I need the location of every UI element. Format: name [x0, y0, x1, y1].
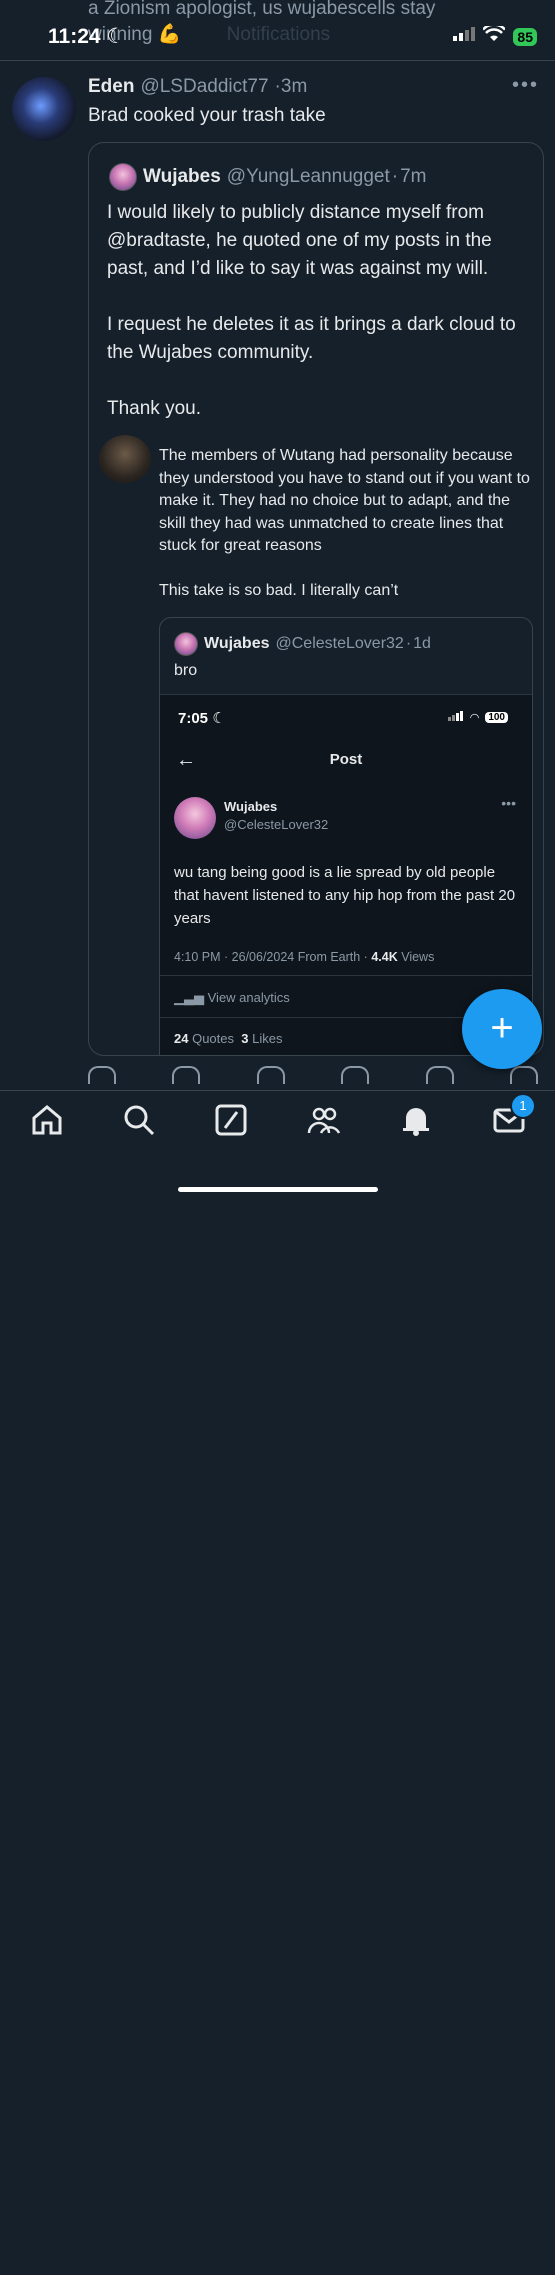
battery-indicator: 85 — [513, 27, 537, 46]
embedded-post-image: The members of Wutang had personality be… — [89, 435, 543, 1055]
nested-author-name: Wujabes — [204, 635, 270, 652]
screenshot-title: Post — [329, 751, 363, 768]
divider — [160, 975, 532, 976]
more-options-icon: ••• — [501, 795, 516, 811]
quoted-tweet-header: Wujabes @YungLeannugget · 7m — [109, 163, 427, 191]
compose-button[interactable]: + — [462, 989, 542, 1069]
messages-icon[interactable]: 1 — [492, 1093, 536, 1137]
tweet-time: 3m — [280, 76, 308, 97]
divider — [0, 60, 555, 61]
search-icon[interactable] — [122, 1103, 156, 1137]
like-icon[interactable] — [256, 1066, 285, 1084]
nested-quote-header: Wujabes @CelesteLover32 · 1d — [174, 632, 431, 656]
author-name[interactable]: Eden — [88, 76, 134, 98]
avatar — [174, 632, 198, 656]
quoted-tweet[interactable]: Wujabes @YungLeannugget · 7m I would likel… — [88, 142, 544, 1056]
quoted-author-handle: @YungLeannugget — [226, 166, 390, 187]
nested-time: 1d — [413, 635, 431, 652]
quoted-tweet-text: I would likely to publicly distance myse… — [107, 202, 516, 419]
avatar[interactable] — [12, 77, 76, 141]
wifi-icon — [482, 23, 507, 47]
moon-icon: ☾ — [212, 710, 226, 727]
avatar — [174, 797, 216, 839]
share-icon[interactable] — [509, 1066, 538, 1084]
bookmark-icon[interactable] — [425, 1066, 454, 1084]
screenshot-meta: 4:10 PM · 26/06/2024 From Earth · 4.4K V… — [174, 950, 435, 964]
screenshot-time: 7:05 ☾ — [178, 710, 226, 727]
screenshot-author-handle: @CelesteLover32 — [224, 817, 329, 832]
tweet-text: Brad cooked your trash take — [88, 105, 326, 126]
tweet-header: Eden @LSDaddict77 · 3m — [88, 76, 308, 98]
embedded-post-text: The members of Wutang had personality be… — [159, 447, 530, 599]
bottom-navigation: 1 — [0, 1090, 555, 1201]
status-icons: 85 — [453, 23, 537, 47]
background-content — [20, 2215, 540, 2275]
nested-author-handle: @CelesteLover32 — [275, 635, 404, 652]
grok-icon[interactable] — [214, 1103, 248, 1137]
more-options-icon[interactable]: ••• — [512, 74, 539, 97]
screenshot-post-text: wu tang being good is a lie spread by ol… — [174, 864, 516, 927]
signal-icon — [447, 711, 464, 724]
view-analytics: ▁▃▅ View analytics — [174, 990, 290, 1005]
avatar — [99, 435, 151, 483]
tweet-actions — [88, 1066, 538, 1084]
screenshot-counts: 24 Quotes 3 Likes — [174, 1031, 283, 1046]
wifi-icon: ◠ — [469, 712, 480, 724]
avatar — [109, 163, 137, 191]
nested-quote-text: bro — [174, 662, 198, 679]
quoted-time: 7m — [400, 166, 427, 187]
nested-quoted-tweet: Wujabes @CelesteLover32 · 1d bro 7:05 ☾ ◠ … — [159, 617, 533, 1055]
views-icon[interactable] — [341, 1066, 370, 1084]
screenshot-status-icons: ◠ 100 — [447, 711, 508, 724]
status-time: 11:24 ☾ — [48, 25, 126, 48]
notifications-icon[interactable] — [399, 1103, 433, 1137]
retweet-icon[interactable] — [172, 1066, 201, 1084]
messages-badge: 1 — [510, 1093, 536, 1119]
signal-icon — [453, 27, 476, 46]
quoted-author-name: Wujabes — [143, 166, 221, 187]
analytics-icon: ▁▃▅ — [174, 990, 204, 1005]
moon-icon: ☾ — [106, 25, 126, 48]
communities-icon[interactable] — [307, 1103, 341, 1137]
author-handle: @LSDaddict77 — [140, 76, 269, 97]
home-icon[interactable] — [30, 1103, 64, 1137]
battery-indicator: 100 — [485, 712, 508, 723]
home-indicator — [178, 1187, 378, 1192]
background-text-line1: a Zionism apologist, us wujabescells sta… — [88, 0, 436, 19]
screenshot-author-name: Wujabes — [224, 799, 278, 814]
reply-icon[interactable] — [88, 1066, 116, 1084]
